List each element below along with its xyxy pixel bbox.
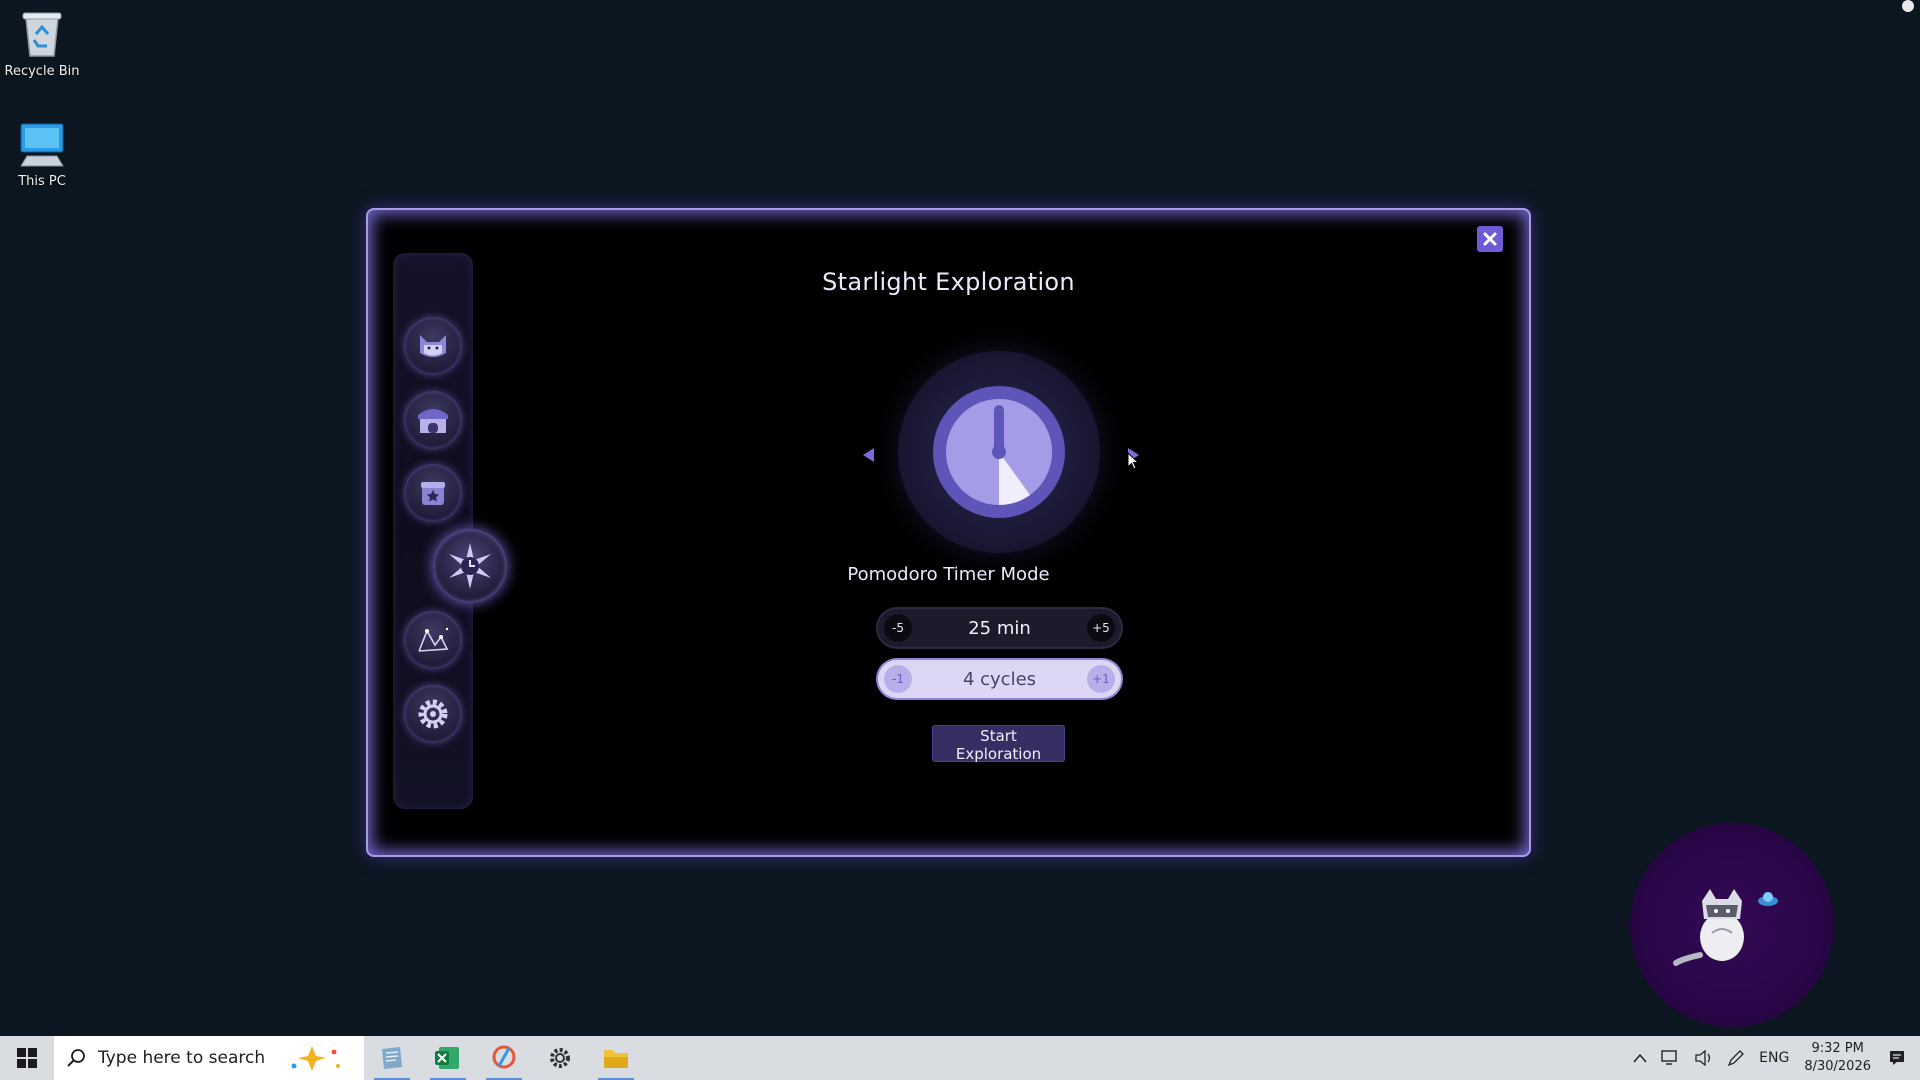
- recycle-bin-icon: [22, 12, 62, 57]
- cycles-decrease-button[interactable]: -1: [884, 665, 912, 693]
- sparkle-icon: [291, 1046, 340, 1071]
- cycles-increase-button[interactable]: +1: [1086, 665, 1115, 693]
- mascot-widget[interactable]: [1630, 823, 1834, 1027]
- duration-stepper: -5 25 min +5: [878, 609, 1121, 647]
- system-tray: ENG 9:32 PM 8/30/2026: [1626, 1036, 1920, 1080]
- computer-icon: [20, 123, 64, 167]
- taskbar-clock[interactable]: 9:32 PM 8/30/2026: [1804, 1040, 1871, 1076]
- clock-time: 9:32 PM: [1811, 1041, 1864, 1056]
- corner-dot: [1902, 0, 1914, 12]
- window-title: Starlight Exploration: [822, 268, 1075, 296]
- shop-icon: [418, 409, 448, 433]
- search-icon: [67, 1049, 85, 1067]
- taskbar: Type here to search ENG 9:32 PM 8/30/202…: [0, 1036, 1920, 1080]
- taskbar-app-file-explorer[interactable]: [588, 1036, 644, 1080]
- sidebar: [393, 253, 507, 809]
- tray-pen[interactable]: [1727, 1049, 1745, 1067]
- desktop: Recycle Bin This PC Starlight Exploratio…: [0, 0, 1920, 1080]
- duration-increase-button[interactable]: +5: [1086, 614, 1115, 642]
- sidebar-item-bag[interactable]: [404, 464, 462, 522]
- taskbar-app-excel[interactable]: [420, 1036, 476, 1080]
- chevron-up-icon: [1633, 1053, 1647, 1063]
- tray-network[interactable]: [1661, 1050, 1681, 1066]
- cat-icon: [420, 335, 446, 357]
- clock-date: 8/30/2026: [1804, 1059, 1871, 1074]
- cat-mascot-icon: [1673, 889, 1778, 966]
- drawing-app-icon: [492, 1045, 516, 1069]
- notification-center[interactable]: [1888, 1049, 1906, 1067]
- close-icon: [1483, 232, 1497, 246]
- excel-icon: [435, 1047, 459, 1069]
- start-exploration-button[interactable]: Start Exploration: [932, 725, 1065, 763]
- gear-icon: [418, 699, 448, 729]
- starlight-window: Starlight Exploration Pomodoro Timer Mod…: [366, 208, 1531, 857]
- search-placeholder: Type here to search: [98, 1048, 266, 1068]
- tray-overflow[interactable]: [1633, 1053, 1647, 1063]
- sidebar-item-shop[interactable]: [404, 391, 462, 449]
- constellation-icon: [418, 627, 449, 652]
- mode-label: Pomodoro Timer Mode: [847, 564, 1050, 585]
- sidebar-item-constellation[interactable]: [404, 611, 462, 669]
- file-explorer-icon: [604, 1050, 628, 1068]
- mouse-cursor-icon: [1127, 452, 1139, 470]
- duration-decrease-button[interactable]: -5: [884, 614, 912, 642]
- close-button[interactable]: [1477, 226, 1503, 252]
- desktop-icon-label: This PC: [18, 174, 66, 189]
- settings-icon: [550, 1048, 570, 1068]
- taskbar-app-drawing[interactable]: [476, 1036, 532, 1080]
- taskbar-search-box[interactable]: Type here to search: [54, 1036, 364, 1080]
- sidebar-item-cat[interactable]: [404, 317, 462, 375]
- notes-icon: [382, 1047, 402, 1069]
- notification-icon: [1890, 1051, 1904, 1065]
- windows-logo-icon: [17, 1048, 37, 1068]
- pomodoro-clock-icon: [933, 386, 1065, 518]
- duration-value: 25 min: [968, 617, 1031, 639]
- desktop-icon-recycle-bin[interactable]: Recycle Bin: [0, 8, 84, 79]
- taskbar-app-settings[interactable]: [532, 1036, 588, 1080]
- sidebar-item-settings[interactable]: [404, 685, 462, 743]
- pen-icon: [1727, 1050, 1745, 1067]
- taskbar-app-notes[interactable]: [364, 1036, 420, 1080]
- cycles-stepper: -1 4 cycles +1: [878, 660, 1121, 698]
- tray-volume[interactable]: [1695, 1050, 1713, 1066]
- start-button[interactable]: [0, 1036, 54, 1080]
- network-icon: [1661, 1050, 1677, 1065]
- desktop-icon-this-pc[interactable]: This PC: [0, 122, 84, 189]
- desktop-icon-label: Recycle Bin: [4, 64, 80, 79]
- timer-dial: [898, 351, 1100, 553]
- volume-icon: [1695, 1050, 1711, 1066]
- previous-mode-arrow[interactable]: [860, 446, 876, 468]
- cycles-value: 4 cycles: [962, 668, 1037, 690]
- bag-icon: [421, 482, 445, 505]
- language-indicator[interactable]: ENG: [1759, 1050, 1789, 1066]
- arrow-left-icon: [863, 448, 874, 462]
